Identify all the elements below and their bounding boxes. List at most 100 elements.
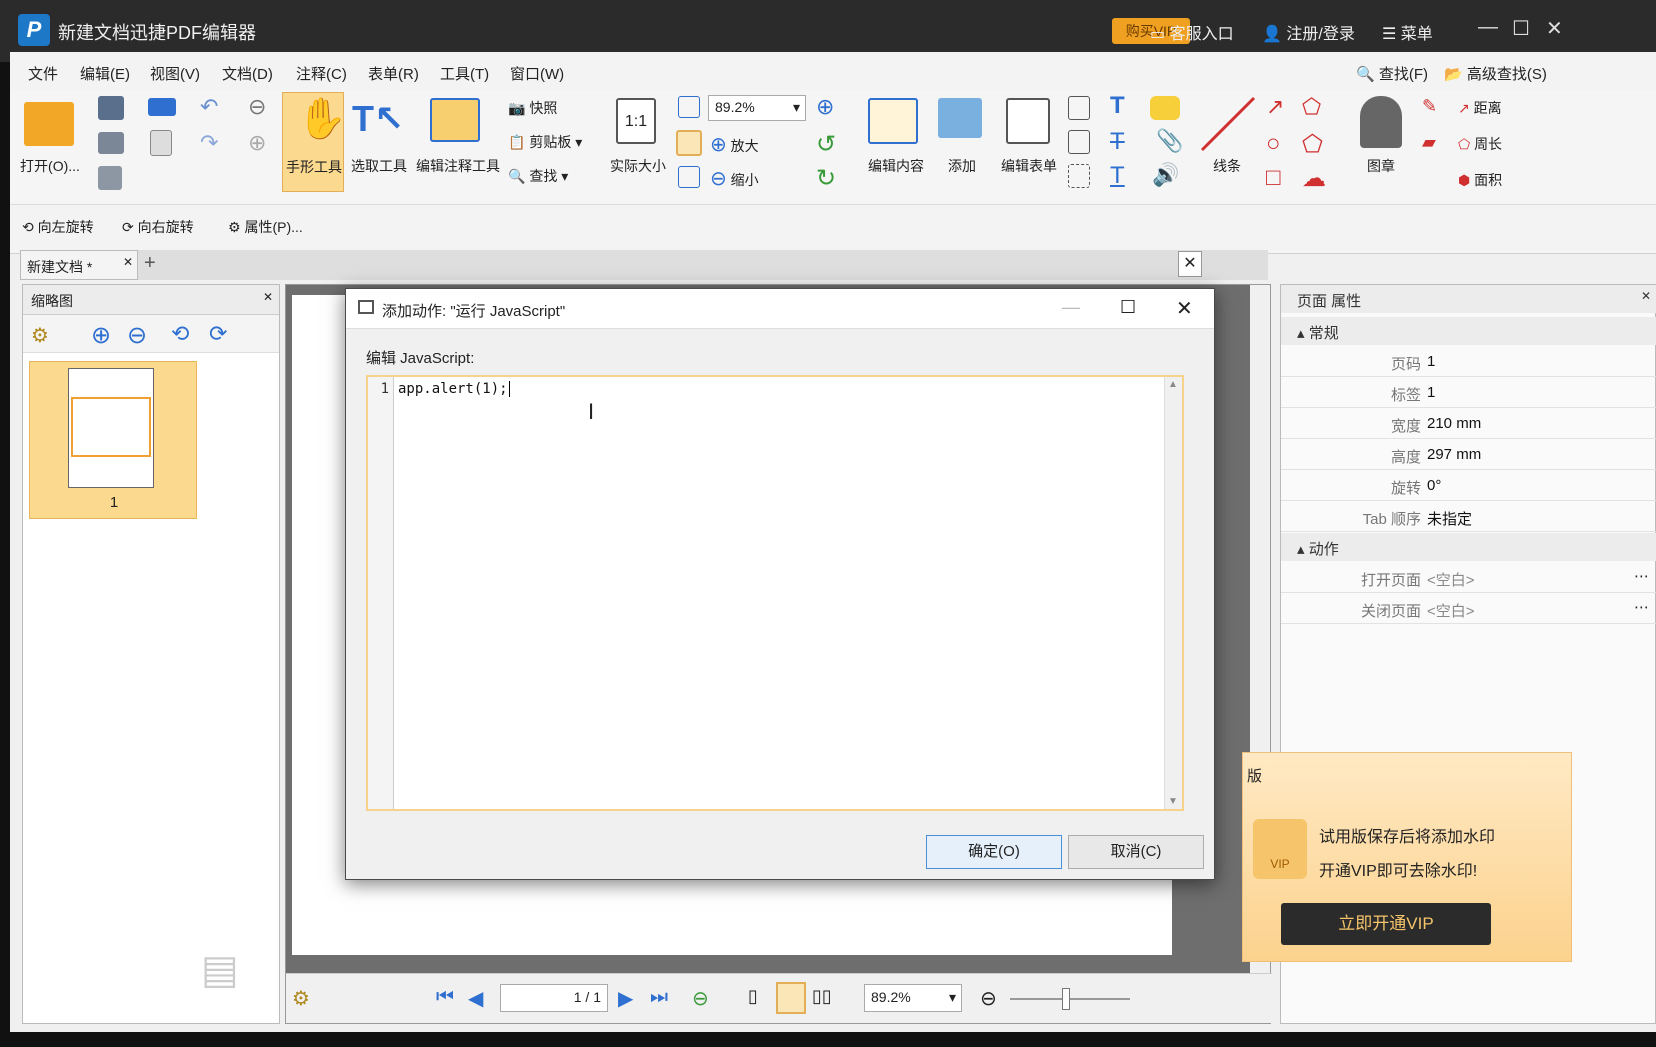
page-thumbnail[interactable]: 1: [29, 361, 197, 519]
gear-icon[interactable]: ⚙: [31, 323, 49, 348]
rotate-right-button[interactable]: ⟳ 向右旋转: [122, 217, 194, 237]
scroll-down-icon[interactable]: ▼: [1168, 796, 1178, 807]
menu-button[interactable]: ☰ 菜单: [1382, 20, 1433, 44]
eraser-icon[interactable]: ▰: [1422, 132, 1436, 153]
polygon-icon[interactable]: ⬠: [1302, 130, 1323, 159]
menu-file[interactable]: 文件: [28, 63, 58, 84]
underline-icon[interactable]: T: [1110, 162, 1125, 190]
menu-window[interactable]: 窗口(W): [510, 63, 564, 84]
text-box-icon[interactable]: [1068, 130, 1090, 154]
more-icon[interactable]: ⋯: [1634, 567, 1649, 585]
scan-icon[interactable]: [148, 98, 176, 116]
status-zoom-select[interactable]: 89.2% ▾: [864, 984, 962, 1012]
fit-visible-icon[interactable]: [678, 166, 700, 188]
print-icon[interactable]: [98, 132, 124, 154]
edit-content-button[interactable]: 编辑内容: [860, 92, 930, 192]
last-page-icon[interactable]: ⏭: [650, 986, 668, 1009]
close-icon[interactable]: ✕: [1546, 16, 1563, 41]
zoom-minus-icon[interactable]: ⊖: [980, 986, 997, 1011]
save-icon[interactable]: [98, 96, 124, 120]
rectangle-icon[interactable]: □: [1266, 164, 1281, 192]
ribbon-find-button[interactable]: 🔍 查找 ▾: [508, 166, 568, 186]
open-button[interactable]: 打开(O)...: [18, 96, 82, 192]
dialog-close-icon[interactable]: ✕: [1176, 296, 1193, 321]
hand-tool-button[interactable]: ✋ 手形工具: [282, 92, 347, 192]
distance-button[interactable]: ↗ 距离: [1458, 98, 1502, 118]
document-icon[interactable]: [98, 166, 122, 190]
menu-form[interactable]: 表单(R): [368, 63, 419, 84]
page-number-input[interactable]: 1 / 1: [500, 984, 608, 1012]
zoom-select[interactable]: 89.2% ▾: [708, 95, 806, 121]
menu-document[interactable]: 文档(D): [222, 63, 273, 84]
customer-service-button[interactable]: ▭ 客服入口: [1150, 20, 1234, 44]
undo-icon[interactable]: ↶: [200, 94, 218, 120]
continuous-page-icon[interactable]: [776, 982, 806, 1014]
open-vip-button[interactable]: 立即开通VIP: [1281, 903, 1491, 945]
menu-edit[interactable]: 编辑(E): [80, 63, 130, 84]
add-button[interactable]: 添加: [932, 92, 992, 192]
back-icon[interactable]: ⊖: [248, 94, 266, 120]
zoom-slider[interactable]: [1010, 998, 1130, 1000]
clipboard-button[interactable]: 📋 剪贴板 ▾: [508, 132, 582, 152]
props-close-icon[interactable]: ✕: [1641, 289, 1651, 303]
editor-scrollbar[interactable]: ▲ ▼: [1164, 377, 1182, 809]
login-button[interactable]: 👤 注册/登录: [1262, 20, 1355, 44]
action-section[interactable]: ▴ 动作: [1281, 533, 1656, 561]
redo-icon[interactable]: ↷: [200, 130, 218, 156]
action-row[interactable]: 打开页面 <空白> ⋯: [1281, 562, 1656, 593]
zoom-out-button[interactable]: ⊖ 缩小: [710, 166, 759, 191]
action-row[interactable]: 关闭页面 <空白> ⋯: [1281, 593, 1656, 624]
menu-tools[interactable]: 工具(T): [440, 63, 489, 84]
select-tool-button[interactable]: T↖ 选取工具: [348, 92, 410, 192]
settings-icon[interactable]: ⚙: [292, 986, 310, 1011]
document-tab[interactable]: 新建文档 * ✕: [20, 250, 138, 280]
snapshot-button[interactable]: 📷 快照: [508, 98, 557, 118]
rotate-left-button[interactable]: ⟲ 向左旋转: [22, 217, 94, 237]
cloud-icon[interactable]: ☁: [1302, 164, 1326, 193]
zoom-in-icon[interactable]: ⊕: [816, 94, 834, 120]
edit-annotation-tool-button[interactable]: 编辑注释工具: [412, 92, 502, 192]
prev-page-icon[interactable]: ◀: [468, 986, 483, 1011]
edit-form-button[interactable]: 编辑表单: [996, 92, 1062, 192]
cancel-button[interactable]: 取消(C): [1068, 835, 1204, 869]
text-field-icon[interactable]: [1068, 96, 1090, 120]
menu-comment[interactable]: 注释(C): [296, 63, 347, 84]
rotate-thumb-left-icon[interactable]: ⟲: [171, 321, 189, 347]
find-button[interactable]: 🔍 查找(F): [1356, 63, 1428, 84]
new-tab-icon[interactable]: +: [144, 252, 156, 275]
advanced-find-button[interactable]: 📂 高级查找(S): [1444, 63, 1547, 84]
javascript-editor[interactable]: 1 app.alert(1); ▲ ▼ I: [366, 375, 1184, 811]
circle-icon[interactable]: ○: [1266, 130, 1281, 158]
code-line[interactable]: app.alert(1);: [398, 381, 510, 397]
panel-close-icon[interactable]: ✕: [263, 290, 273, 304]
shrink-thumb-icon[interactable]: ⊖: [127, 321, 147, 350]
maximize-icon[interactable]: ☐: [1512, 16, 1530, 41]
perimeter-button[interactable]: ⬠ 周长: [1458, 134, 1502, 154]
attachment-icon[interactable]: 📎: [1156, 128, 1183, 154]
rotate-thumb-right-icon[interactable]: ⟳: [209, 321, 227, 347]
menu-view[interactable]: 视图(V): [150, 63, 200, 84]
stamp-button[interactable]: 图章: [1346, 92, 1416, 192]
pencil-icon[interactable]: ✎: [1422, 96, 1437, 117]
new-page-icon[interactable]: [150, 130, 172, 156]
ok-button[interactable]: 确定(O): [926, 835, 1062, 869]
fit-page-icon[interactable]: [678, 96, 700, 118]
tab-close-icon[interactable]: ✕: [123, 255, 133, 269]
arrow-icon[interactable]: ↗: [1266, 94, 1284, 120]
next-page-icon[interactable]: ▶: [618, 986, 633, 1011]
fit-width-icon[interactable]: [676, 130, 702, 156]
strikeout-icon[interactable]: T: [1110, 128, 1125, 156]
scroll-up-icon[interactable]: ▲: [1168, 379, 1178, 390]
dialog-minimize-icon[interactable]: —: [1062, 297, 1080, 318]
sound-icon[interactable]: 🔊: [1152, 162, 1179, 188]
minimize-icon[interactable]: —: [1478, 16, 1498, 39]
close-document-icon[interactable]: ✕: [1178, 251, 1202, 277]
properties-button[interactable]: ⚙ 属性(P)...: [228, 217, 303, 237]
more-icon[interactable]: ⋯: [1634, 598, 1649, 616]
rotate-ccw-icon[interactable]: ↺: [816, 130, 836, 159]
callout-icon[interactable]: [1068, 164, 1090, 188]
history-back-icon[interactable]: ⊖: [692, 986, 709, 1011]
zoom-in-button[interactable]: ⊕ 放大: [710, 132, 759, 157]
facing-page-icon[interactable]: ▯▯: [812, 986, 832, 1007]
single-page-icon[interactable]: ▯: [748, 986, 758, 1007]
